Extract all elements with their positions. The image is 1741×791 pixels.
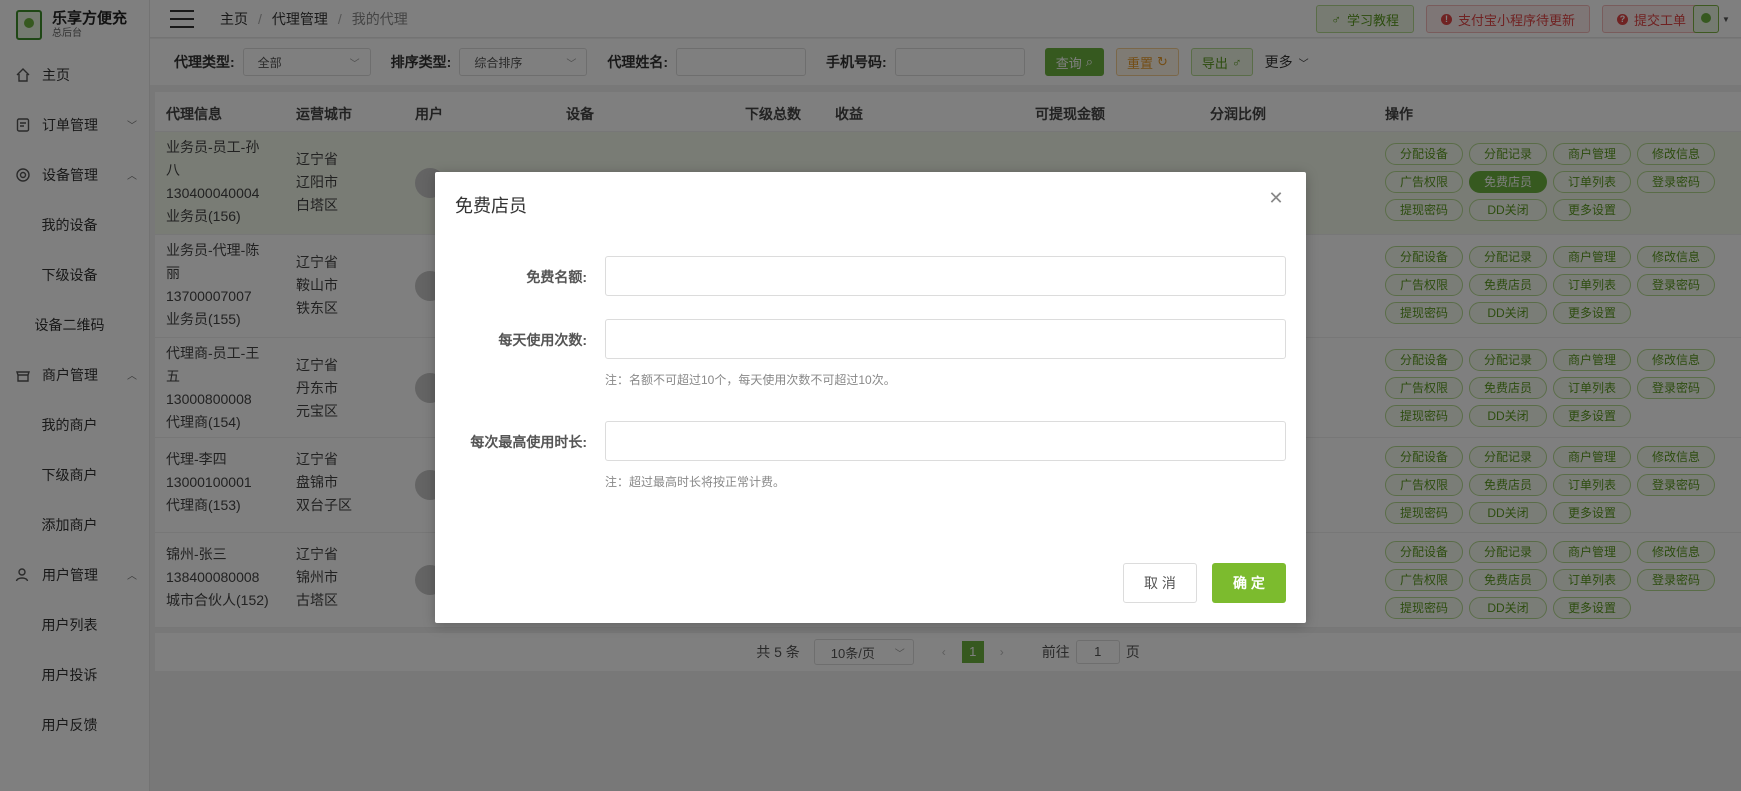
cancel-button[interactable]: 取 消 — [1123, 563, 1197, 603]
quota-input[interactable] — [605, 256, 1286, 296]
daily-count-label: 每天使用次数: — [498, 332, 587, 348]
quota-label: 免费名额: — [526, 269, 587, 285]
max-duration-input[interactable] — [605, 421, 1286, 461]
daily-count-input[interactable] — [605, 319, 1286, 359]
max-duration-label: 每次最高使用时长: — [470, 434, 587, 450]
close-icon[interactable]: ✕ — [1268, 189, 1284, 207]
confirm-button[interactable]: 确 定 — [1212, 563, 1286, 603]
duration-note: 注：超过最高时长将按正常计费。 — [605, 475, 786, 489]
dialog-title: 免费店员 — [455, 196, 527, 216]
free-clerk-dialog: 免费店员 ✕ 免费名额: 每天使用次数: 注：名额不可超过10个，每天使用次数不… — [435, 172, 1306, 623]
limit-note: 注：名额不可超过10个，每天使用次数不可超过10次。 — [605, 373, 896, 387]
